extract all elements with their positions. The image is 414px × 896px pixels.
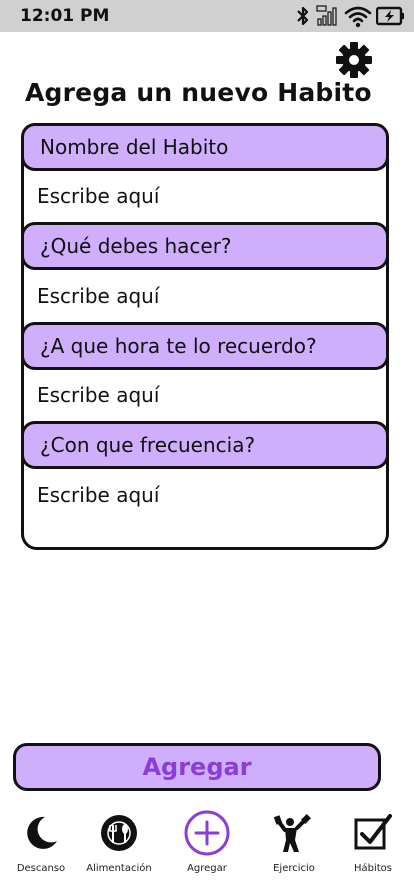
field-label-name: Nombre del Habito [21,123,389,171]
nav-label: Alimentación [86,863,152,874]
status-icons [294,4,406,28]
nav-label: Descanso [16,863,66,874]
nav-item-alimentacion[interactable]: Alimentación [78,808,160,888]
plus-circle-icon [183,808,231,858]
nav-item-habitos[interactable]: Hábitos [332,808,414,888]
habit-form: Nombre del Habito Escribe aquí ¿Qué debe… [21,123,389,550]
nav-label: Agregar [187,863,227,874]
plate-icon [95,808,143,858]
add-habit-button[interactable]: Agregar [13,743,381,791]
bottom-nav: Descanso Alimentación Agregar Ejercicio … [0,808,414,896]
field-label-time: ¿A que hora te lo recuerdo? [21,322,389,370]
checkbox-icon [349,808,397,858]
habit-task-input[interactable]: Escribe aquí [37,284,159,308]
field-label-task: ¿Qué debes hacer? [21,222,389,270]
settings-button[interactable] [335,41,373,79]
signal-icon [316,4,340,28]
wifi-icon [344,4,372,28]
field-label-frequency: ¿Con que frecuencia? [21,421,389,469]
nav-item-agregar[interactable]: Agregar [166,808,248,888]
status-time: 12:01 PM [20,6,110,26]
battery-icon [376,4,406,28]
moon-icon [17,808,65,858]
nav-label: Hábitos [353,863,393,874]
status-bar: 12:01 PM [0,0,414,32]
habit-time-input[interactable]: Escribe aquí [37,383,159,407]
page-title: Agrega un nuevo Habito [25,78,372,107]
habit-name-input[interactable]: Escribe aquí [37,184,159,208]
weightlifter-icon [270,808,318,858]
nav-label: Ejercicio [273,863,315,874]
nav-item-ejercicio[interactable]: Ejercicio [253,808,335,888]
nav-item-descanso[interactable]: Descanso [0,808,82,888]
habit-frequency-input[interactable]: Escribe aquí [37,483,159,507]
bluetooth-icon [294,4,312,28]
